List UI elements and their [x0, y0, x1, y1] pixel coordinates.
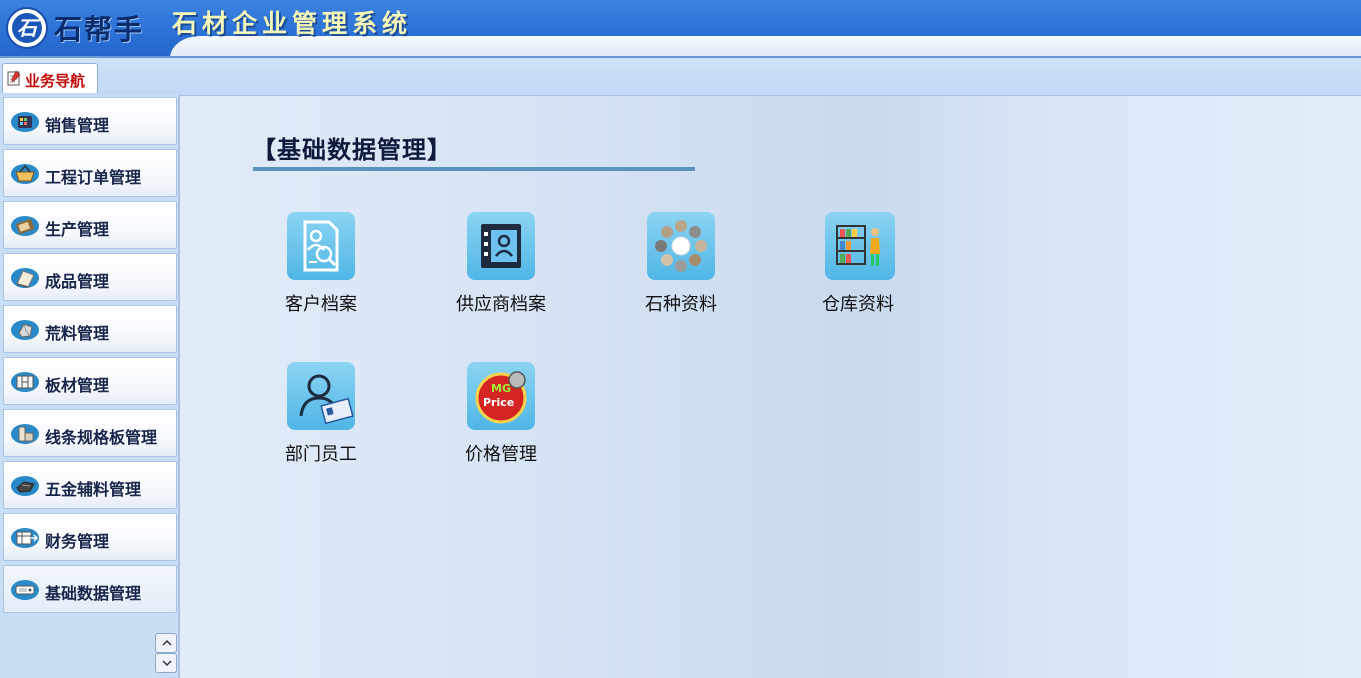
sidebar-item-label: 工程订单管理: [45, 168, 142, 187]
tile-price-management[interactable]: MG Price 价格管理: [426, 362, 576, 472]
sidebar-item-finance[interactable]: 财务管理: [3, 513, 177, 561]
sales-icon: [11, 112, 39, 132]
tab-strip: 业务导航: [0, 58, 1361, 95]
sidebar-item-label: 板材管理: [45, 376, 110, 395]
tile-label: 部门员工: [285, 444, 357, 465]
sidebar-item-label: 成品管理: [45, 272, 110, 291]
sidebar-item-mouldings[interactable]: 线条规格板管理: [3, 409, 177, 457]
production-icon: [11, 216, 39, 236]
sidebar-item-label: 荒料管理: [45, 324, 110, 343]
tile-stone-types[interactable]: 石种资料: [606, 212, 756, 322]
base-data-icon: [11, 580, 39, 600]
moulding-icon: [11, 424, 39, 444]
hardware-icon: [11, 476, 39, 496]
sidebar-item-project-orders[interactable]: 工程订单管理: [3, 149, 177, 197]
app-header: 石 石帮手 石材企业管理系统: [0, 0, 1361, 58]
sidebar-item-sales[interactable]: 销售管理: [3, 97, 177, 145]
sidebar-item-label: 财务管理: [45, 532, 110, 551]
app-logo-icon: 石: [6, 7, 48, 49]
finance-icon: [11, 528, 39, 548]
logo-glyph: 石: [12, 13, 42, 43]
tab-business-nav[interactable]: 业务导航: [2, 63, 98, 93]
sidebar-item-label: 基础数据管理: [45, 584, 142, 603]
raw-block-icon: [11, 320, 39, 340]
tile-label: 仓库资料: [822, 294, 894, 315]
customer-file-icon: [287, 212, 355, 280]
sidebar-item-hardware[interactable]: 五金辅料管理: [3, 461, 177, 509]
supplier-file-icon: [467, 212, 535, 280]
price-icon: MG Price: [467, 362, 535, 430]
tile-label: 石种资料: [645, 294, 717, 315]
tile-department-staff[interactable]: 部门员工: [246, 362, 396, 472]
sidebar: 销售管理 工程订单管理 生产管理 成品管理 荒料管理 板材管理 线条规格板管理 …: [0, 95, 178, 678]
warehouse-icon: [825, 212, 895, 280]
tile-supplier-files[interactable]: 供应商档案: [426, 212, 576, 322]
notepad-icon: [7, 70, 21, 86]
tile-warehouses[interactable]: 仓库资料: [783, 212, 933, 322]
chevron-down-icon: [162, 660, 172, 667]
chevron-up-icon: [162, 639, 172, 646]
sidebar-scroll-up-button[interactable]: [155, 633, 177, 653]
sidebar-item-finished-goods[interactable]: 成品管理: [3, 253, 177, 301]
price-badge-top: MG: [491, 382, 511, 395]
main-panel: 【基础数据管理】 客户档案 供应商档案 石种资料 仓库资料 部门员工 MG Pr…: [178, 95, 1361, 678]
tab-label: 业务导航: [25, 72, 86, 90]
tile-label: 价格管理: [465, 444, 537, 465]
system-title: 石材企业管理系统: [172, 9, 413, 38]
stone-type-icon: [647, 212, 715, 280]
sidebar-item-label: 五金辅料管理: [45, 480, 142, 499]
sidebar-item-raw-blocks[interactable]: 荒料管理: [3, 305, 177, 353]
price-badge-text: Price: [483, 396, 514, 409]
sidebar-item-production[interactable]: 生产管理: [3, 201, 177, 249]
sidebar-item-label: 生产管理: [45, 220, 110, 239]
tile-label: 客户档案: [285, 294, 357, 315]
section-title: 【基础数据管理】: [252, 135, 452, 164]
sidebar-item-label: 线条规格板管理: [45, 428, 158, 447]
slab-icon: [11, 372, 39, 392]
sidebar-item-label: 销售管理: [45, 116, 110, 135]
sidebar-item-base-data[interactable]: 基础数据管理: [3, 565, 177, 613]
sidebar-scroll-down-button[interactable]: [155, 653, 177, 673]
brand-name: 石帮手: [54, 13, 145, 46]
title-underline: [253, 167, 695, 171]
tile-label: 供应商档案: [456, 294, 546, 315]
sidebar-item-slabs[interactable]: 板材管理: [3, 357, 177, 405]
finished-goods-icon: [11, 268, 39, 288]
basket-icon: [11, 164, 39, 184]
tile-customer-files[interactable]: 客户档案: [246, 212, 396, 322]
employee-icon: [287, 362, 355, 430]
